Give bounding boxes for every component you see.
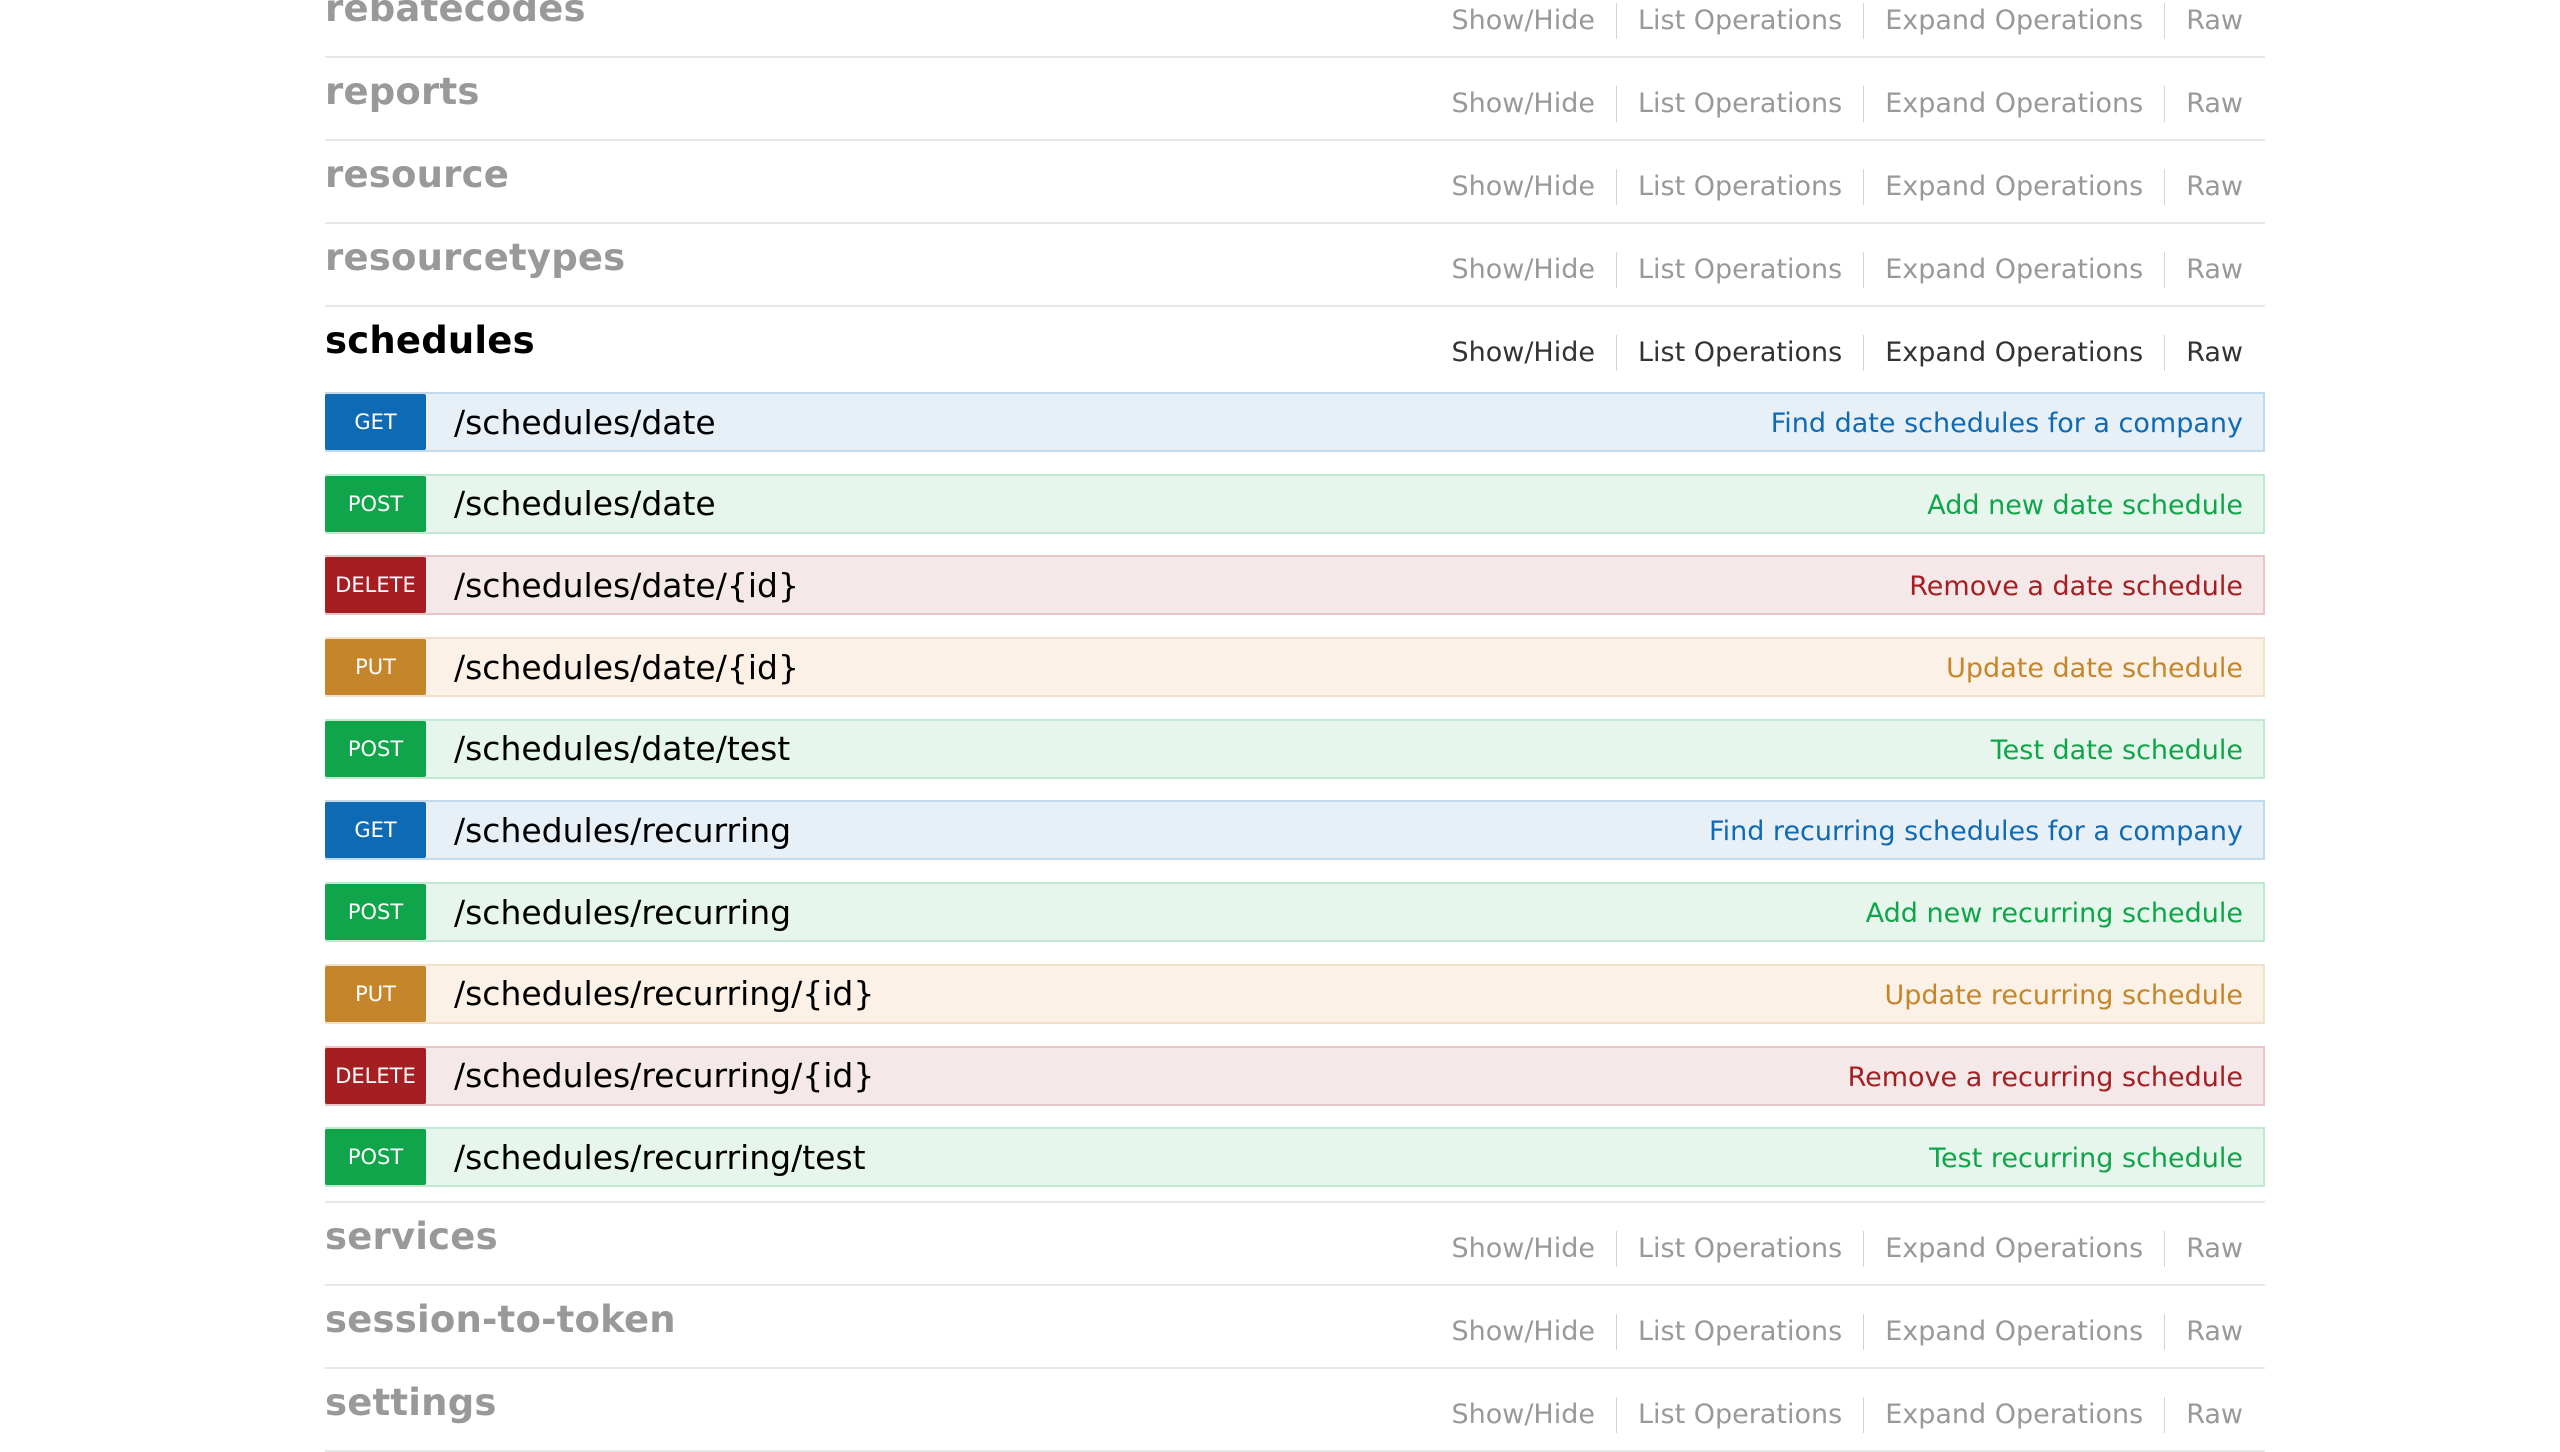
resource-options: Show/Hide List Operations Expand Operati… xyxy=(1451,1314,2243,1351)
show-hide-link[interactable]: Show/Hide xyxy=(1451,1231,1617,1268)
operation-summary[interactable]: Test date schedule xyxy=(1991,735,2243,766)
list-operations-link[interactable]: List Operations xyxy=(1617,1314,1865,1351)
resource-heading[interactable]: schedules xyxy=(325,319,535,362)
http-method-badge[interactable]: PUT xyxy=(325,639,426,696)
resource-heading[interactable]: reports xyxy=(325,70,480,113)
resource-options: Show/Hide List Operations Expand Operati… xyxy=(1451,86,2243,122)
http-method-badge[interactable]: POST xyxy=(325,884,426,941)
http-method-badge[interactable]: POST xyxy=(325,475,426,532)
list-operations-link[interactable]: List Operations xyxy=(1617,1231,1865,1268)
list-operations-link[interactable]: List Operations xyxy=(1617,252,1865,288)
raw-link[interactable]: Raw xyxy=(2165,252,2243,288)
http-method-badge[interactable]: POST xyxy=(325,720,426,777)
resource-section-services: services Show/Hide List Operations Expan… xyxy=(325,1203,2265,1287)
expand-operations-link[interactable]: Expand Operations xyxy=(1864,1314,2166,1351)
list-operations-link[interactable]: List Operations xyxy=(1617,169,1865,205)
list-operations-link[interactable]: List Operations xyxy=(1617,1397,1865,1434)
http-method-badge[interactable]: GET xyxy=(325,802,426,859)
expand-operations-link[interactable]: Expand Operations xyxy=(1864,86,2166,122)
show-hide-link[interactable]: Show/Hide xyxy=(1451,1397,1617,1434)
operation-path[interactable]: /schedules/recurring xyxy=(454,893,791,932)
resource-options: Show/Hide List Operations Expand Operati… xyxy=(1451,1231,2243,1268)
operation-row[interactable]: PUT /schedules/date/{id} Update date sch… xyxy=(325,637,2265,698)
resource-heading[interactable]: resource xyxy=(325,153,509,196)
operation-path[interactable]: /schedules/date/test xyxy=(454,729,790,768)
resource-options: Show/Hide List Operations Expand Operati… xyxy=(1451,1397,2243,1434)
http-method-badge[interactable]: PUT xyxy=(325,965,426,1022)
expand-operations-link[interactable]: Expand Operations xyxy=(1864,252,2166,288)
operation-row[interactable]: POST /schedules/date Add new date schedu… xyxy=(325,473,2265,534)
resource-heading[interactable]: session-to-token xyxy=(325,1298,676,1341)
resource-options: Show/Hide List Operations Expand Operati… xyxy=(1451,169,2243,205)
resource-heading[interactable]: resourcetypes xyxy=(325,236,625,279)
resource-heading[interactable]: rebatecodes xyxy=(325,0,586,30)
resource-heading[interactable]: settings xyxy=(325,1381,497,1424)
operation-summary[interactable]: Remove a recurring schedule xyxy=(1848,1062,2243,1093)
http-method-badge[interactable]: DELETE xyxy=(325,1047,426,1104)
list-operations-link[interactable]: List Operations xyxy=(1617,3,1865,39)
operation-path[interactable]: /schedules/recurring/{id} xyxy=(454,974,874,1013)
operation-path[interactable]: /schedules/recurring/test xyxy=(454,1138,866,1177)
resource-section-rebatecodes: rebatecodes Show/Hide List Operations Ex… xyxy=(325,0,2265,58)
operations-list: GET /schedules/date Find date schedules … xyxy=(325,390,2265,1204)
http-method-badge[interactable]: POST xyxy=(325,1129,426,1186)
operation-summary[interactable]: Update date schedule xyxy=(1946,653,2243,684)
operation-row[interactable]: POST /schedules/recurring Add new recurr… xyxy=(325,882,2265,943)
raw-link[interactable]: Raw xyxy=(2165,1231,2243,1267)
resource-options: Show/Hide List Operations Expand Operati… xyxy=(1451,3,2243,39)
expand-operations-link[interactable]: Expand Operations xyxy=(1864,1397,2166,1434)
expand-operations-link[interactable]: Expand Operations xyxy=(1864,335,2166,371)
operation-row[interactable]: POST /schedules/recurring/test Test recu… xyxy=(325,1127,2265,1188)
api-resource-list: rebatecodes Show/Hide List Operations Ex… xyxy=(325,0,2265,1452)
raw-link[interactable]: Raw xyxy=(2165,335,2243,371)
list-operations-link[interactable]: List Operations xyxy=(1617,86,1865,122)
list-operations-link[interactable]: List Operations xyxy=(1617,335,1865,371)
show-hide-link[interactable]: Show/Hide xyxy=(1451,86,1617,122)
operation-path[interactable]: /schedules/date xyxy=(454,484,716,523)
operation-summary[interactable]: Find date schedules for a company xyxy=(1771,408,2243,439)
http-method-badge[interactable]: DELETE xyxy=(325,557,426,614)
operation-summary[interactable]: Find recurring schedules for a company xyxy=(1709,816,2243,847)
raw-link[interactable]: Raw xyxy=(2165,86,2243,122)
resource-options: Show/Hide List Operations Expand Operati… xyxy=(1451,335,2243,371)
operation-row[interactable]: DELETE /schedules/date/{id} Remove a dat… xyxy=(325,555,2265,616)
resource-heading[interactable]: services xyxy=(325,1215,498,1258)
show-hide-link[interactable]: Show/Hide xyxy=(1451,335,1617,371)
operation-summary[interactable]: Update recurring schedule xyxy=(1884,980,2243,1011)
operation-path[interactable]: /schedules/recurring/{id} xyxy=(454,1056,874,1095)
operation-path[interactable]: /schedules/date xyxy=(454,403,716,442)
resource-section-settings: settings Show/Hide List Operations Expan… xyxy=(325,1369,2265,1452)
raw-link[interactable]: Raw xyxy=(2165,1397,2243,1433)
operation-path[interactable]: /schedules/date/{id} xyxy=(454,566,799,605)
show-hide-link[interactable]: Show/Hide xyxy=(1451,3,1617,39)
resource-section-resource: resource Show/Hide List Operations Expan… xyxy=(325,141,2265,224)
resource-section-reports: reports Show/Hide List Operations Expand… xyxy=(325,58,2265,141)
operation-summary[interactable]: Add new recurring schedule xyxy=(1866,898,2243,929)
resource-section-schedules: schedules Show/Hide List Operations Expa… xyxy=(325,307,2265,390)
resource-section-resourcetypes: resourcetypes Show/Hide List Operations … xyxy=(325,224,2265,307)
expand-operations-link[interactable]: Expand Operations xyxy=(1864,169,2166,205)
show-hide-link[interactable]: Show/Hide xyxy=(1451,169,1617,205)
raw-link[interactable]: Raw xyxy=(2165,3,2243,39)
operation-row[interactable]: PUT /schedules/recurring/{id} Update rec… xyxy=(325,963,2265,1024)
resource-options: Show/Hide List Operations Expand Operati… xyxy=(1451,252,2243,288)
operation-path[interactable]: /schedules/date/{id} xyxy=(454,648,799,687)
operation-row[interactable]: GET /schedules/date Find date schedules … xyxy=(325,392,2265,452)
expand-operations-link[interactable]: Expand Operations xyxy=(1864,3,2166,39)
operation-summary[interactable]: Remove a date schedule xyxy=(1909,571,2243,602)
show-hide-link[interactable]: Show/Hide xyxy=(1451,1314,1617,1351)
expand-operations-link[interactable]: Expand Operations xyxy=(1864,1231,2166,1268)
operation-row[interactable]: POST /schedules/date/test Test date sche… xyxy=(325,718,2265,779)
show-hide-link[interactable]: Show/Hide xyxy=(1451,252,1617,288)
raw-link[interactable]: Raw xyxy=(2165,1314,2243,1350)
operation-row[interactable]: GET /schedules/recurring Find recurring … xyxy=(325,800,2265,861)
operation-path[interactable]: /schedules/recurring xyxy=(454,811,791,850)
operation-row[interactable]: DELETE /schedules/recurring/{id} Remove … xyxy=(325,1045,2265,1106)
resource-section-session-to-token: session-to-token Show/Hide List Operatio… xyxy=(325,1286,2265,1370)
http-method-badge[interactable]: GET xyxy=(325,394,426,450)
operation-summary[interactable]: Add new date schedule xyxy=(1927,490,2243,521)
operation-summary[interactable]: Test recurring schedule xyxy=(1929,1143,2243,1174)
raw-link[interactable]: Raw xyxy=(2165,169,2243,205)
